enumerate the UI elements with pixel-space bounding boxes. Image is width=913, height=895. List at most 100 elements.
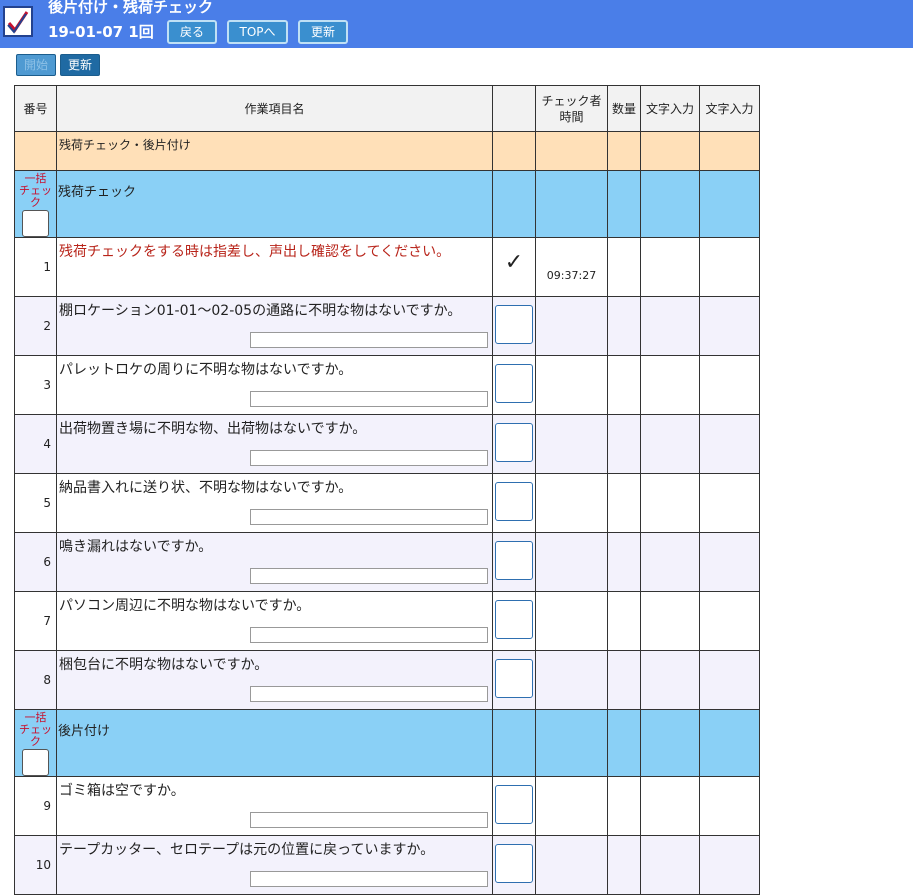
item-number: 8	[14, 650, 57, 710]
check-cell	[492, 776, 536, 836]
item-number: 3	[14, 355, 57, 415]
item-check-button[interactable]	[495, 659, 533, 698]
checklist-table: 番号 作業項目名 チェック者 時間 数量 文字入力 文字入力 残荷チェック・後片…	[14, 85, 760, 895]
item-check-button[interactable]	[495, 600, 533, 639]
check-time-cell	[535, 776, 608, 836]
table-header-row: 番号 作業項目名 チェック者 時間 数量 文字入力 文字入力	[14, 85, 760, 132]
table-row: 10 テープカッター、セロテープは元の位置に戻っていますか。	[14, 835, 760, 895]
col-header-checker: チェック者	[541, 93, 602, 108]
check-cell	[492, 355, 536, 415]
col-header-time: 時間	[559, 109, 584, 124]
update-button[interactable]: 更新	[60, 54, 100, 76]
item-name-cell: テープカッター、セロテープは元の位置に戻っていますか。	[56, 835, 493, 895]
col-header-number: 番号	[14, 85, 57, 132]
bulk-check-checkbox[interactable]	[22, 210, 49, 237]
check-time-cell	[535, 532, 608, 592]
col-header-checker-time: チェック者 時間	[535, 85, 608, 132]
item-check-button[interactable]	[495, 482, 533, 521]
header-refresh-button[interactable]: 更新	[298, 20, 348, 44]
section-row: 残荷チェック・後片付け	[14, 131, 760, 171]
text-input-cell-1	[640, 355, 700, 415]
text-input-cell-2	[699, 591, 760, 651]
text-input-cell-1	[640, 473, 700, 533]
quantity-cell	[607, 532, 641, 592]
item-comment-input[interactable]	[250, 627, 488, 643]
item-check-button[interactable]	[495, 785, 533, 824]
check-cell	[492, 532, 536, 592]
page-title: 後片付け・残荷チェック	[48, 0, 214, 16]
item-name-cell: 納品書入れに送り状、不明な物はないですか。	[56, 473, 493, 533]
item-name: パソコン周辺に不明な物はないですか。	[59, 598, 311, 614]
item-name: 出荷物置き場に不明な物、出荷物はないですか。	[59, 421, 367, 437]
table-row: 1 残荷チェックをする時は指差し、声出し確認をしてください。 ✓ 09:37:27	[14, 237, 760, 297]
top-button[interactable]: TOPへ	[227, 20, 288, 44]
table-row: 7 パソコン周辺に不明な物はないですか。	[14, 591, 760, 651]
text-input-cell-2	[699, 296, 760, 356]
item-check-button[interactable]	[495, 844, 533, 883]
quantity-cell	[607, 776, 641, 836]
text-input-cell-2	[699, 414, 760, 474]
check-cell	[492, 414, 536, 474]
item-number: 9	[14, 776, 57, 836]
section-title: 残荷チェック・後片付け	[56, 131, 493, 171]
text-input-cell-1	[640, 237, 700, 297]
text-input-cell-2	[699, 473, 760, 533]
item-name: パレットロケの周りに不明な物はないですか。	[59, 362, 353, 378]
quantity-cell	[607, 237, 641, 297]
quantity-cell	[607, 835, 641, 895]
item-comment-input[interactable]	[250, 871, 488, 887]
item-comment-input[interactable]	[250, 509, 488, 525]
text-input-cell-1	[640, 776, 700, 836]
text-input-cell-1	[640, 414, 700, 474]
text-input-cell-2	[699, 532, 760, 592]
check-cell[interactable]: ✓	[492, 237, 536, 297]
text-input-cell-1	[640, 532, 700, 592]
bulk-check-cell: 一括 チェック	[14, 170, 57, 238]
bulk-check-label-2: チェック	[19, 723, 52, 748]
text-input-cell-2	[699, 355, 760, 415]
group-title: 残荷チェック	[56, 170, 493, 238]
table-row: 6 鳴き漏れはないですか。	[14, 532, 760, 592]
group-row: 一括 チェック 後片付け	[14, 709, 760, 777]
bulk-check-checkbox[interactable]	[22, 749, 49, 776]
item-name: 棚ロケーション01-01～02-05の通路に不明な物はないですか。	[59, 303, 462, 319]
item-comment-input[interactable]	[250, 812, 488, 828]
col-header-item-name: 作業項目名	[56, 85, 493, 132]
item-name-cell: 梱包台に不明な物はないですか。	[56, 650, 493, 710]
item-comment-input[interactable]	[250, 391, 488, 407]
col-header-text-input-1: 文字入力	[640, 85, 700, 132]
item-number: 4	[14, 414, 57, 474]
back-button[interactable]: 戻る	[167, 20, 217, 44]
check-time-cell	[535, 591, 608, 651]
text-input-cell-2	[699, 776, 760, 836]
check-cell	[492, 835, 536, 895]
checkmark-icon[interactable]: ✓	[493, 238, 535, 274]
quantity-cell	[607, 296, 641, 356]
item-check-button[interactable]	[495, 364, 533, 403]
item-check-button[interactable]	[495, 541, 533, 580]
item-comment-input[interactable]	[250, 332, 488, 348]
item-comment-input[interactable]	[250, 450, 488, 466]
app-header: 後片付け・残荷チェック 19-01-07 1回 戻る TOPへ 更新	[0, 0, 913, 48]
item-name-cell: ゴミ箱は空ですか。	[56, 776, 493, 836]
item-name: 梱包台に不明な物はないですか。	[59, 657, 269, 673]
text-input-cell-1	[640, 650, 700, 710]
item-number: 5	[14, 473, 57, 533]
item-name-cell: 棚ロケーション01-01～02-05の通路に不明な物はないですか。	[56, 296, 493, 356]
quantity-cell	[607, 355, 641, 415]
item-number: 6	[14, 532, 57, 592]
quantity-cell	[607, 650, 641, 710]
table-row: 2 棚ロケーション01-01～02-05の通路に不明な物はないですか。	[14, 296, 760, 356]
item-number: 1	[14, 237, 57, 297]
check-time-cell: 09:37:27	[535, 237, 608, 297]
item-name: 残荷チェックをする時は指差し、声出し確認をしてください。	[59, 244, 451, 260]
item-check-button[interactable]	[495, 423, 533, 462]
item-name: 鳴き漏れはないですか。	[59, 539, 213, 555]
table-row: 3 パレットロケの周りに不明な物はないですか。	[14, 355, 760, 415]
item-comment-input[interactable]	[250, 686, 488, 702]
item-name: ゴミ箱は空ですか。	[59, 783, 185, 799]
text-input-cell-1	[640, 296, 700, 356]
item-comment-input[interactable]	[250, 568, 488, 584]
item-check-button[interactable]	[495, 305, 533, 344]
item-number: 2	[14, 296, 57, 356]
